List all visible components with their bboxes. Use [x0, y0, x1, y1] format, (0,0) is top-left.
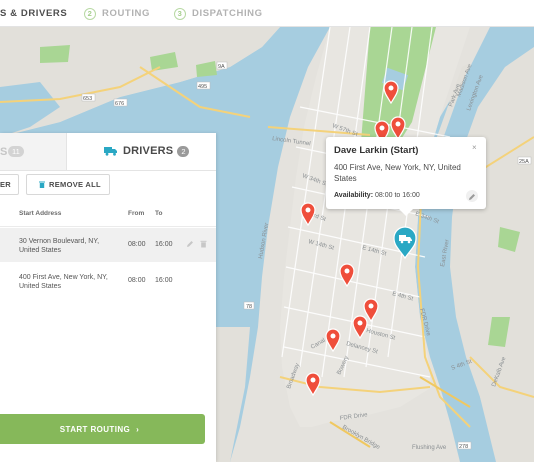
chevron-right-icon: › [136, 424, 140, 434]
popup-address: 400 First Ave, New York, NY, United Stat… [334, 163, 461, 183]
row-to: 16:00 [155, 277, 173, 284]
step-label: DISPATCHING [192, 8, 263, 19]
row-from: 08:00 [128, 277, 146, 284]
header-from: From [128, 210, 145, 217]
tab-drivers[interactable]: DRIVERS 2 [104, 145, 190, 157]
step-label: S & DRIVERS [0, 8, 68, 19]
route-shield-495: 495 [198, 84, 207, 90]
tab-drivers-label: DRIVERS [123, 145, 174, 157]
popup-availability-value: 08:00 to 16:00 [374, 192, 420, 199]
header-start-address: Start Address [19, 210, 62, 217]
step-routing[interactable]: 2 ROUTING [84, 0, 150, 27]
tab-orders-count: 11 [8, 146, 24, 157]
start-routing-button[interactable]: START ROUTING › [0, 414, 205, 444]
remove-all-button[interactable]: REMOVE ALL [26, 174, 110, 195]
step-bar: S & DRIVERS 2 ROUTING 3 DISPATCHING [0, 0, 534, 27]
table-header: Start Address From To [0, 202, 216, 227]
tab-bar: S 11 DRIVERS 2 [0, 133, 216, 171]
tab-orders-label: S [0, 146, 8, 158]
route-shield-78: 78 [246, 304, 252, 310]
edit-icon[interactable] [186, 240, 194, 248]
close-icon[interactable]: × [472, 143, 477, 152]
route-shield-676: 676 [115, 101, 124, 107]
popup-edit-button[interactable] [466, 190, 478, 202]
popup-title: Dave Larkin (Start) [334, 145, 419, 156]
add-driver-button[interactable]: ER [0, 174, 19, 195]
popup-availability: Availability: 08:00 to 16:00 [334, 192, 420, 199]
row-from: 08:00 [128, 241, 146, 248]
step-dispatching[interactable]: 3 DISPATCHING [174, 0, 263, 27]
row-address: 30 Vernon Boulevard, NY, United States [19, 238, 100, 254]
tab-orders[interactable]: S 11 [0, 133, 67, 170]
table-row[interactable]: 400 First Ave, New York, NY, United Stat… [0, 264, 216, 298]
add-driver-label: ER [0, 180, 12, 189]
step-number: 2 [84, 7, 96, 20]
step-orders-drivers[interactable]: S & DRIVERS [0, 0, 67, 27]
driver-popup: Dave Larkin (Start) × 400 First Ave, New… [326, 137, 486, 216]
trash-icon [39, 181, 45, 188]
row-address: 400 First Ave, New York, NY, United Stat… [19, 274, 108, 290]
map-label-flushing: Flushing Ave [412, 445, 447, 451]
truck-icon [104, 147, 117, 156]
delete-icon[interactable] [200, 240, 207, 248]
table-row[interactable]: 30 Vernon Boulevard, NY, United States 0… [0, 228, 216, 262]
tab-drivers-count: 2 [177, 145, 190, 157]
header-to: To [155, 210, 163, 217]
route-shield-278: 278 [459, 444, 468, 450]
route-shield-25a: 25A [519, 159, 529, 165]
step-label: ROUTING [102, 8, 151, 19]
row-to: 16:00 [155, 241, 173, 248]
popup-availability-label: Availability: [334, 192, 374, 199]
side-panel: S 11 DRIVERS 2 ER REMOVE ALL Start Addre… [0, 133, 216, 462]
route-shield-9a: 9A [218, 64, 225, 70]
pencil-icon [469, 194, 475, 200]
remove-all-label: REMOVE ALL [49, 180, 101, 189]
start-routing-label: START ROUTING [59, 424, 131, 434]
step-number: 3 [174, 7, 186, 20]
route-shield-653: 653 [83, 96, 92, 102]
